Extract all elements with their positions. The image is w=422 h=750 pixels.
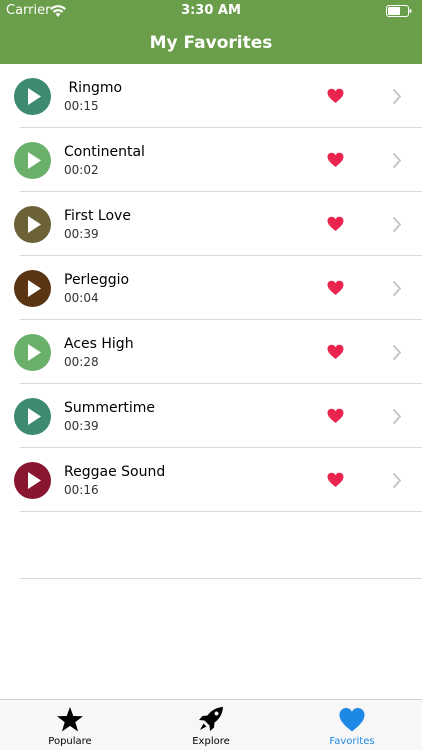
song-row[interactable]: First Love 00:39 (0, 192, 422, 256)
play-button[interactable] (14, 462, 51, 499)
play-button[interactable] (14, 78, 51, 115)
play-icon (14, 270, 51, 307)
song-duration: 00:28 (64, 355, 99, 369)
chevron-right-icon (393, 473, 401, 488)
song-title: Ringmo (64, 80, 123, 96)
play-icon (14, 398, 51, 435)
list-divider (20, 578, 422, 579)
tab-label: Populare (48, 736, 92, 747)
favorites-list: Ringmo 00:15 Continental 00:02 First Lov… (0, 64, 422, 512)
song-duration: 00:16 (64, 483, 99, 497)
play-button[interactable] (14, 270, 51, 307)
song-row[interactable]: Summertime 00:39 (0, 384, 422, 448)
song-duration: 00:04 (64, 291, 99, 305)
page-title: My Favorites (149, 33, 273, 53)
tab-explore[interactable]: Explore (141, 700, 281, 750)
song-row[interactable]: Ringmo 00:15 (0, 64, 422, 128)
tab-populare[interactable]: Populare (0, 700, 140, 750)
tab-favorites[interactable]: Favorites (282, 700, 422, 750)
chevron-right-icon (393, 281, 401, 296)
song-title: First Love (64, 208, 131, 224)
play-icon (14, 462, 51, 499)
heart-icon[interactable] (327, 472, 344, 488)
song-title: Aces High (64, 336, 134, 352)
song-duration: 00:02 (64, 163, 99, 177)
status-bar: Carrier 3:30 AM (0, 0, 422, 22)
star-icon (57, 707, 83, 732)
tab-label: Explore (192, 736, 230, 747)
song-duration: 00:15 (64, 99, 99, 113)
play-button[interactable] (14, 398, 51, 435)
tab-label: Favorites (329, 736, 375, 747)
battery-icon (386, 5, 412, 17)
heart-icon[interactable] (327, 408, 344, 424)
tab-bar: Populare Explore Favorites (0, 699, 422, 750)
song-title: Reggae Sound (64, 464, 166, 480)
play-icon (14, 206, 51, 243)
play-button[interactable] (14, 142, 51, 179)
song-title: Continental (64, 144, 145, 160)
heart-icon[interactable] (327, 344, 344, 360)
song-row[interactable]: Reggae Sound 00:16 (0, 448, 422, 512)
heart-icon[interactable] (327, 152, 344, 168)
chevron-right-icon (393, 217, 401, 232)
chevron-right-icon (393, 89, 401, 104)
song-row[interactable]: Aces High 00:28 (0, 320, 422, 384)
play-icon (14, 78, 51, 115)
status-time: 3:30 AM (181, 3, 241, 18)
heart-icon[interactable] (327, 280, 344, 296)
heart-icon[interactable] (327, 216, 344, 232)
play-icon (14, 334, 51, 371)
song-row[interactable]: Perleggio 00:04 (0, 256, 422, 320)
rocket-icon (199, 707, 223, 731)
song-title: Summertime (64, 400, 156, 416)
play-button[interactable] (14, 334, 51, 371)
play-icon (14, 142, 51, 179)
chevron-right-icon (393, 409, 401, 424)
song-duration: 00:39 (64, 419, 99, 433)
navigation-bar: My Favorites (0, 22, 422, 64)
heart-icon[interactable] (327, 88, 344, 104)
song-duration: 00:39 (64, 227, 99, 241)
chevron-right-icon (393, 345, 401, 360)
song-title: Perleggio (64, 272, 130, 288)
heart-icon (339, 708, 365, 732)
song-row[interactable]: Continental 00:02 (0, 128, 422, 192)
play-button[interactable] (14, 206, 51, 243)
chevron-right-icon (393, 153, 401, 168)
